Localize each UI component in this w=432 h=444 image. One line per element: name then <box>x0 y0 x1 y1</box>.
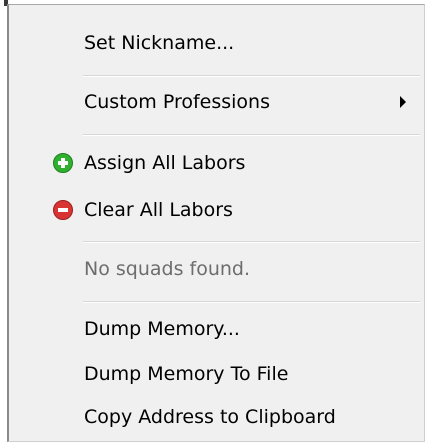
menu-item-label: Dump Memory To File <box>84 363 289 385</box>
menu-item-custom-professions[interactable]: Custom Professions <box>9 90 424 114</box>
menu-separator <box>83 241 420 243</box>
menu-item-label: Custom Professions <box>84 91 270 113</box>
menu-item-dump-memory-to-file[interactable]: Dump Memory To File <box>9 362 424 386</box>
menu-item-clear-all-labors[interactable]: Clear All Labors <box>9 198 424 222</box>
menu-item-label: Dump Memory... <box>84 318 240 340</box>
menu-item-copy-address[interactable]: Copy Address to Clipboard <box>9 405 424 429</box>
remove-circle-icon <box>53 200 73 220</box>
menu-item-no-squads: No squads found. <box>9 257 424 281</box>
chevron-right-icon <box>400 96 406 108</box>
menu-item-label: Clear All Labors <box>84 199 233 221</box>
menu-item-label: Set Nickname... <box>84 32 235 54</box>
menu-item-assign-all-labors[interactable]: Assign All Labors <box>9 151 424 175</box>
menu-item-label: Assign All Labors <box>84 152 246 174</box>
context-menu: Set Nickname... Custom Professions Assig… <box>7 4 425 442</box>
menu-separator <box>83 301 420 303</box>
menu-item-set-nickname[interactable]: Set Nickname... <box>9 31 424 55</box>
menu-item-label: Copy Address to Clipboard <box>84 406 336 428</box>
menu-separator <box>83 134 420 136</box>
menu-item-label: No squads found. <box>84 258 251 280</box>
menu-item-dump-memory[interactable]: Dump Memory... <box>9 317 424 341</box>
add-circle-icon <box>53 153 73 173</box>
menu-separator <box>83 75 420 77</box>
